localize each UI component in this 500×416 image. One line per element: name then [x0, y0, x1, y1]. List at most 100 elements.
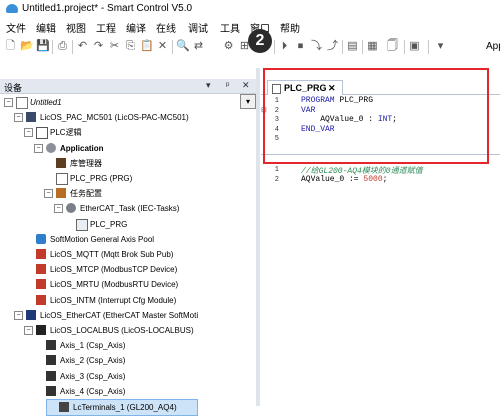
- tree-item[interactable]: LicOS_MRTU (ModbusRTU Device): [0, 277, 250, 292]
- prg-icon: [76, 218, 88, 231]
- add-file-icon[interactable]: 🗍: [386, 40, 399, 53]
- tree-item[interactable]: − PLC逻辑: [0, 125, 250, 140]
- tree-item[interactable]: LcTerminals_1 (GL200_AQ4): [46, 399, 198, 416]
- menu-debug[interactable]: 调试: [188, 20, 208, 35]
- panel-splitter[interactable]: [256, 68, 260, 406]
- tree-item-label: LicOS_MTCP (ModbusTCP Device): [50, 265, 178, 275]
- tree-item[interactable]: − Application: [0, 141, 250, 156]
- collapse-toggle-icon[interactable]: −: [44, 189, 53, 199]
- collapse-toggle-icon[interactable]: −: [54, 204, 63, 214]
- library-icon: [56, 157, 66, 168]
- toolbar-separator: [428, 40, 429, 54]
- menu-online[interactable]: 在线: [156, 20, 176, 35]
- tree-item-label: SoftMotion General Axis Pool: [50, 234, 155, 244]
- toolbar-separator: [274, 40, 275, 54]
- highlight-box: [263, 68, 489, 164]
- title-bar: Untitled1.project* - Smart Control V5.0: [0, 0, 500, 18]
- toolbar-separator: [52, 40, 53, 54]
- build-icon[interactable]: ⚙: [222, 40, 235, 53]
- calendar-icon[interactable]: ▣: [408, 40, 421, 53]
- tree-item-label: PLC逻辑: [50, 128, 82, 138]
- menu-view[interactable]: 视图: [66, 20, 86, 35]
- open-icon[interactable]: 📂: [20, 40, 34, 53]
- doc-icon: [56, 173, 68, 185]
- cog-icon: [66, 203, 76, 214]
- gear-icon: [46, 142, 56, 153]
- tree-item[interactable]: PLC_PRG (PRG): [0, 171, 250, 186]
- tree-item[interactable]: PLC_PRG: [0, 217, 250, 232]
- pin-icon[interactable]: ᵖ: [226, 80, 229, 90]
- line-number: 1: [274, 166, 279, 174]
- tree-item[interactable]: 库管理器: [0, 156, 250, 171]
- replace-icon[interactable]: ⇄: [192, 40, 205, 53]
- tree-item[interactable]: − 任务配置: [0, 186, 250, 201]
- axis-icon: [36, 233, 46, 244]
- project-icon: [16, 97, 28, 109]
- collapse-toggle-icon[interactable]: −: [24, 128, 33, 138]
- panel-menu-icon[interactable]: ▾: [206, 80, 211, 91]
- save-icon[interactable]: 💾: [36, 40, 50, 53]
- close-panel-icon[interactable]: ✕: [242, 80, 250, 91]
- bus-icon: [36, 325, 46, 335]
- login-icon[interactable]: ⏵: [278, 40, 291, 53]
- device-panel-header: 设备 ▾ ᵖ ✕: [0, 79, 256, 94]
- tree-item[interactable]: − LicOS_PAC_MC501 (LicOS-PAC-MC501): [0, 110, 250, 125]
- window-title: Untitled1.project* - Smart Control V5.0: [22, 3, 193, 14]
- collapse-toggle-icon[interactable]: −: [14, 113, 23, 123]
- axisitem-icon: [46, 385, 56, 396]
- tree-item[interactable]: Axis_3 (Csp_Axis): [0, 369, 250, 384]
- device-panel-title: 设备: [4, 83, 23, 93]
- device-panel: 设备 ▾ ᵖ ✕ ▾ − Untitled1− LicOS_PAC_MC501 (L…: [0, 79, 256, 416]
- delete-icon[interactable]: ✕: [156, 40, 169, 53]
- undo-icon[interactable]: ↶: [76, 40, 89, 53]
- cut-icon[interactable]: ✂: [108, 40, 121, 53]
- monitor-icon[interactable]: ▤: [346, 40, 359, 53]
- collapse-toggle-icon[interactable]: −: [24, 326, 33, 335]
- tree-item-label: LicOS_LOCALBUS (LicOS-LOCALBUS): [50, 326, 194, 335]
- tree-item[interactable]: − EtherCAT_Task (IEC-Tasks): [0, 201, 250, 216]
- find-icon[interactable]: 🔍: [176, 40, 190, 53]
- tree-item[interactable]: SoftMotion General Axis Pool: [0, 232, 250, 247]
- tree-item-label: LicOS_MQTT (Mqtt Brok Sub Pub): [50, 250, 174, 259]
- tree-item[interactable]: − LicOS_LOCALBUS (LicOS-LOCALBUS): [0, 323, 250, 338]
- tree-item[interactable]: − Untitled1: [0, 95, 250, 110]
- step-out-icon[interactable]: ⤴: [326, 40, 339, 53]
- collapse-toggle-icon[interactable]: −: [14, 310, 23, 320]
- step-badge: 2: [248, 29, 272, 53]
- logout-icon[interactable]: ⏹: [294, 40, 307, 53]
- redo-icon[interactable]: ↷: [92, 40, 105, 53]
- tree-item[interactable]: − LicOS_EtherCAT (EtherCAT Master SoftMot…: [0, 308, 250, 323]
- tree-item-label: Untitled1: [30, 98, 62, 107]
- module-icon: [36, 264, 46, 275]
- tree-item-label: PLC_PRG: [90, 219, 128, 229]
- copy-icon[interactable]: ⎘: [124, 40, 137, 53]
- print-icon[interactable]: ⎙: [56, 40, 69, 53]
- tree-item-label: 任务配置: [70, 189, 102, 199]
- axisitem-icon: [46, 370, 56, 381]
- collapse-toggle-icon[interactable]: −: [4, 98, 13, 107]
- step-into-icon[interactable]: ⤵: [310, 40, 323, 53]
- menu-build[interactable]: 编译: [126, 20, 146, 35]
- new-icon[interactable]: 🗋: [4, 40, 17, 53]
- tree-item-label: LicOS_EtherCAT (EtherCAT Master SoftMoti: [40, 310, 199, 320]
- tree-item[interactable]: Axis_2 (Csp_Axis): [0, 353, 250, 368]
- toolbar-separator: [362, 40, 363, 54]
- menu-edit[interactable]: 编辑: [36, 20, 56, 35]
- axisitem-icon: [46, 340, 56, 351]
- menu-project[interactable]: 工程: [96, 20, 116, 35]
- tree-item[interactable]: LicOS_MQTT (Mqtt Brok Sub Pub): [0, 247, 250, 262]
- device-icon[interactable]: ▦: [366, 40, 379, 53]
- collapse-toggle-icon[interactable]: −: [34, 143, 43, 153]
- menu-file[interactable]: 文件: [6, 20, 26, 35]
- tree-item-label: LcTerminals_1 (GL200_AQ4): [73, 403, 177, 412]
- tree-item[interactable]: LicOS_INTM (Interrupt Cfg Module): [0, 293, 250, 308]
- tree-item[interactable]: Axis_4 (Csp_Axis): [0, 384, 250, 399]
- tree-item[interactable]: Axis_1 (Csp_Axis): [0, 338, 250, 353]
- menu-tools[interactable]: 工具: [220, 20, 240, 35]
- tree-item-label: EtherCAT_Task (IEC-Tasks): [80, 204, 180, 214]
- menu-help[interactable]: 帮助: [280, 20, 300, 35]
- dropdown-icon[interactable]: ▾: [434, 40, 447, 53]
- tree-item[interactable]: LicOS_MTCP (ModbusTCP Device): [0, 262, 250, 277]
- module-icon: [36, 294, 46, 305]
- paste-icon[interactable]: 📋: [140, 40, 154, 53]
